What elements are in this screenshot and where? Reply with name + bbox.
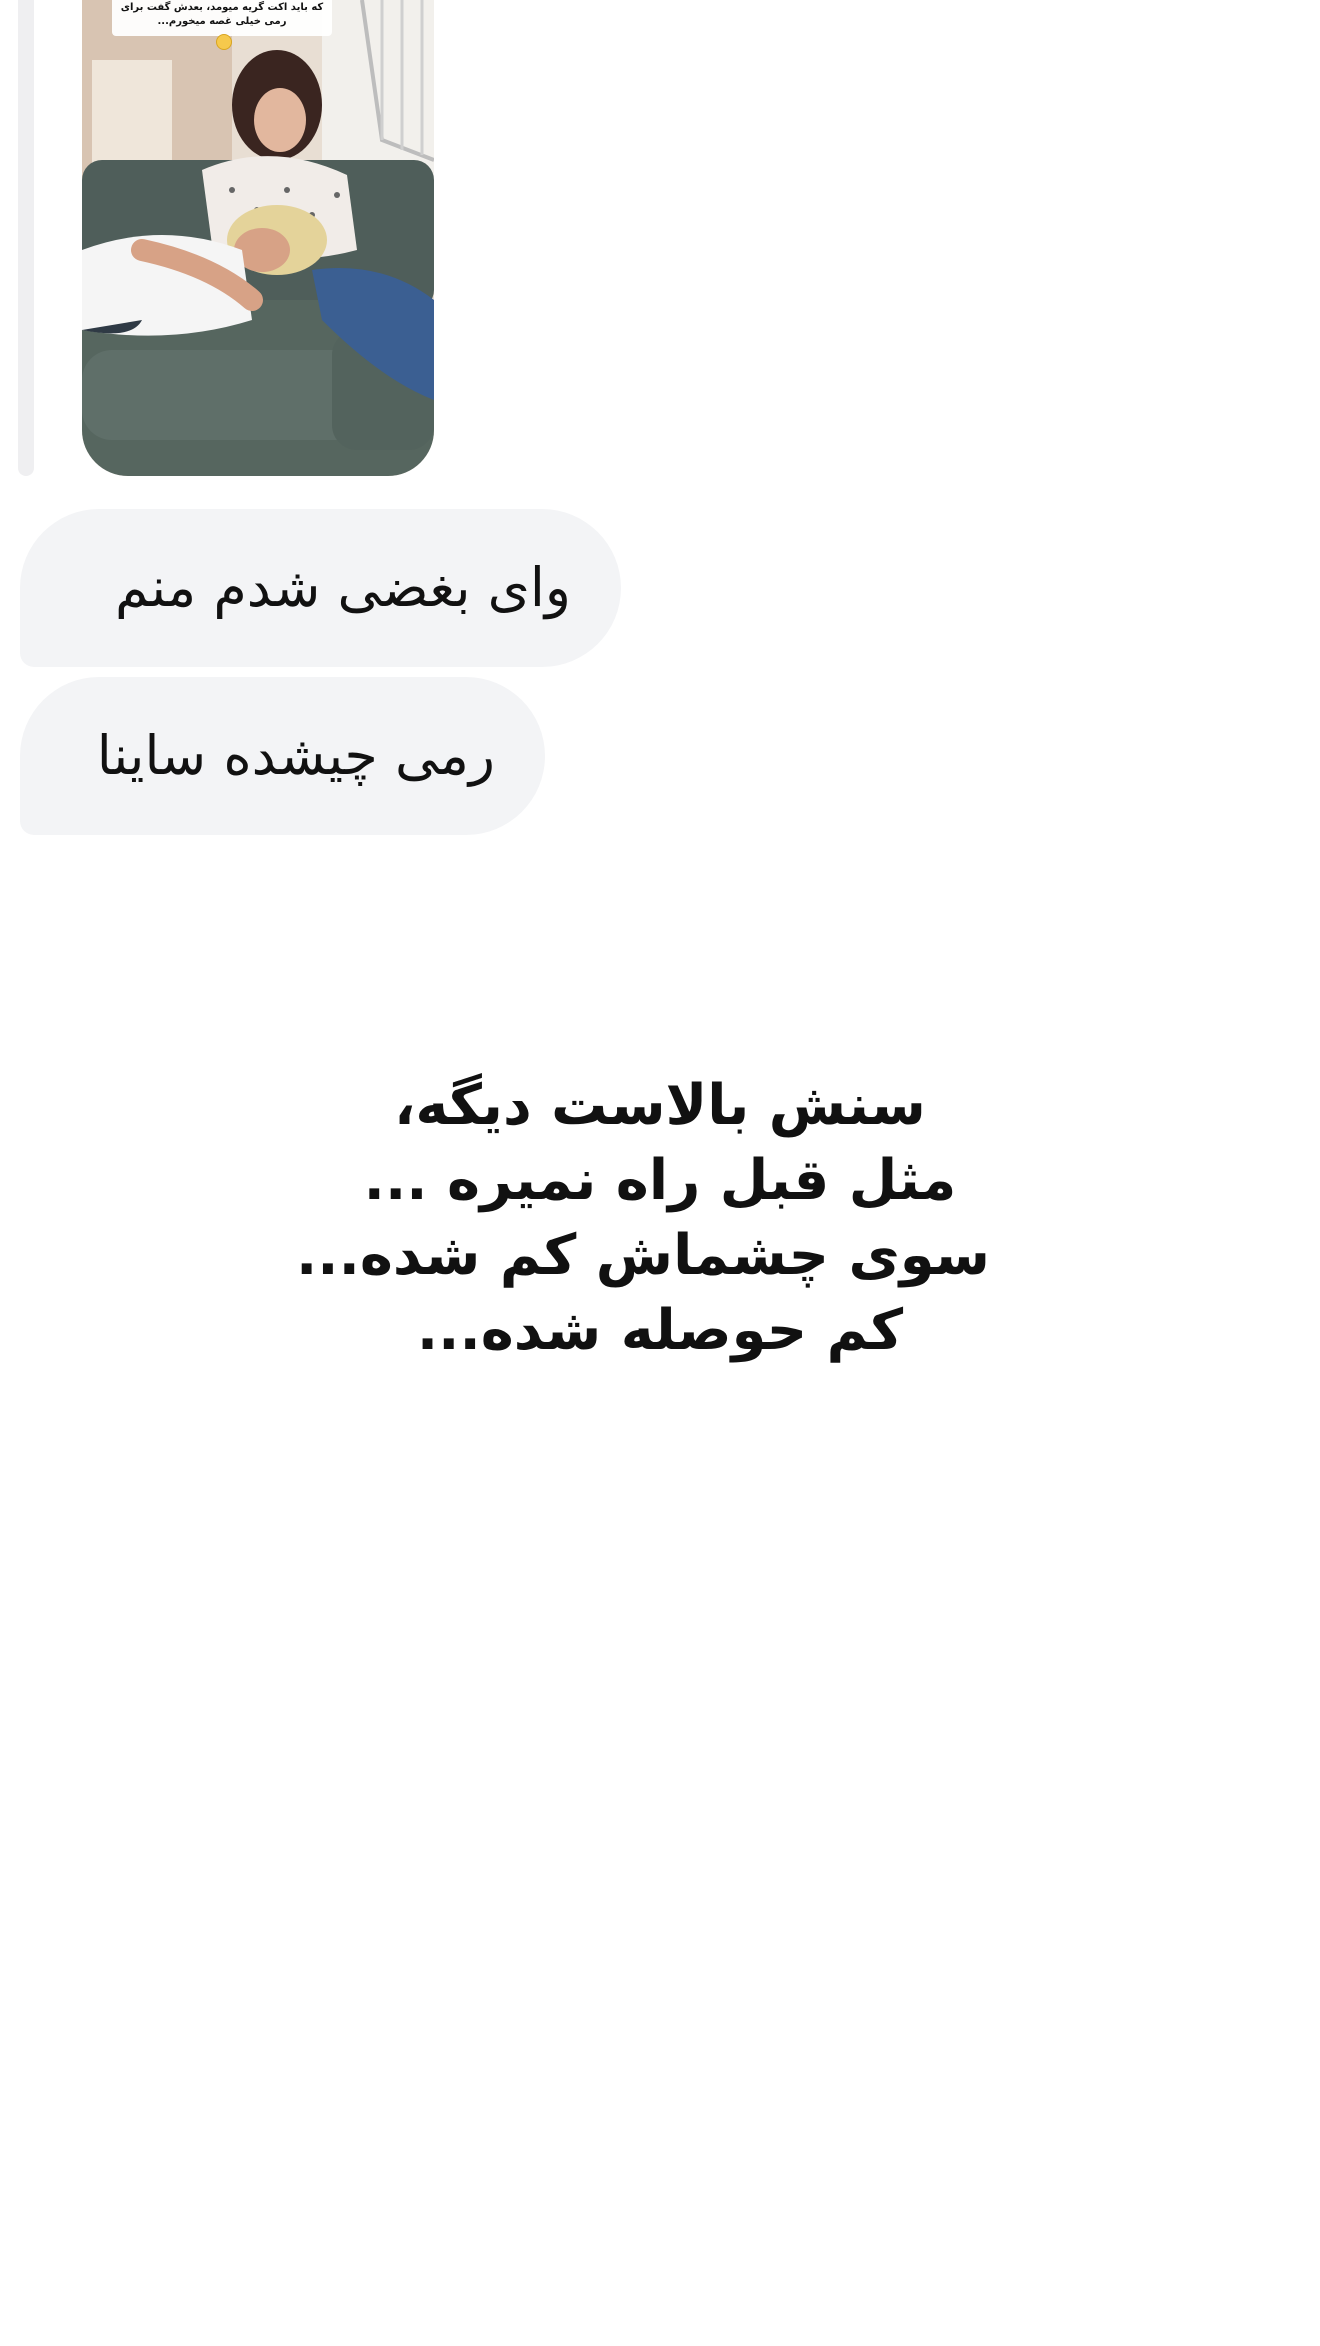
crying-emoji-icon	[216, 34, 232, 50]
overlay-text-line-2: مثل قبل راه نمیره ...	[363, 1148, 957, 1213]
reply-indicator-bar	[18, 0, 34, 476]
story-caption-line-1: که باید اکت گریه میومد، بعدش گفت برای	[120, 2, 324, 13]
story-caption-line-2: رمی خیلی غصه میخورم...	[157, 16, 287, 27]
story-photo	[82, 0, 434, 476]
story-caption: که باید اکت گریه میومد، بعدش گفت برای رم…	[112, 0, 332, 36]
overlay-text-line-1: سنش بالاست دیگه،	[394, 1073, 926, 1138]
overlay-text: سنش بالاست دیگه، مثل قبل راه نمیره ... س…	[296, 1068, 990, 1368]
story-reply-media[interactable]: که باید اکت گریه میومد، بعدش گفت برای رم…	[82, 0, 434, 476]
message-bubble[interactable]: رمی چیشده ساینا	[20, 677, 545, 835]
overlay-text-line-3: سوی چشماش کم شده...	[296, 1223, 990, 1288]
message-bubble[interactable]: وای بغضی شدم منم	[20, 509, 621, 667]
overlay-text-line-4: کم حوصله شده...	[416, 1298, 904, 1363]
